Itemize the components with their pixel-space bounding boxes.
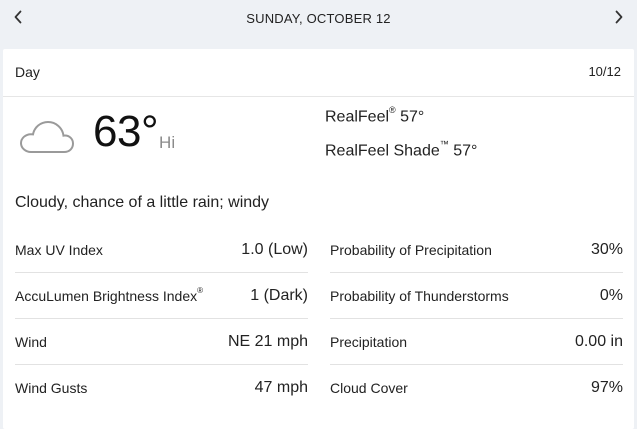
detail-row: Precipitation 0.00 in	[330, 319, 623, 365]
detail-value: 30%	[590, 240, 623, 258]
realfeel-label: RealFeel	[325, 108, 390, 126]
realfeel-shade-value: 57°	[453, 142, 478, 160]
detail-value: 0.00 in	[574, 332, 623, 350]
weather-phrase: Cloudy, chance of a little rain; windy	[15, 194, 270, 211]
detail-value: 1.0 (Low)	[241, 240, 308, 258]
detail-value: 1 (Dark)	[250, 286, 308, 304]
detail-value: 0%	[599, 286, 623, 304]
realfeel-shade: RealFeel Shade™ 57°	[325, 139, 478, 160]
detail-row: Probability of Precipitation 30%	[330, 227, 623, 273]
temperature-label: Hi	[159, 133, 176, 152]
detail-label: Wind	[15, 333, 47, 350]
realfeel-shade-label: RealFeel Shade	[325, 142, 440, 160]
detail-label: AccuLumen Brightness Index®	[15, 285, 204, 304]
detail-value: 97%	[590, 379, 623, 396]
detail-row: Max UV Index 1.0 (Low)	[15, 227, 308, 273]
details-left-column: Max UV Index 1.0 (Low) AccuLumen Brightn…	[15, 227, 308, 411]
detail-row: Cloud Cover 97%	[330, 365, 623, 411]
detail-row: Probability of Thunderstorms 0%	[330, 273, 623, 319]
detail-label: Wind Gusts	[15, 380, 88, 396]
detail-label: Cloud Cover	[330, 380, 408, 396]
detail-row: AccuLumen Brightness Index® 1 (Dark)	[15, 273, 308, 319]
realfeel-value: 57°	[400, 108, 425, 126]
card-title: Day	[15, 64, 40, 80]
detail-label: Probability of Thunderstorms	[330, 287, 509, 304]
detail-label: Precipitation	[330, 333, 408, 350]
detail-row: Wind Gusts 47 mph	[15, 365, 308, 411]
card-date: 10/12	[588, 64, 621, 79]
registered-mark: ®	[389, 105, 396, 115]
day-forecast-card: Day 10/12 63° Hi RealFeel® 57° RealFeel …	[3, 49, 634, 429]
trademark-mark: ™	[439, 139, 449, 149]
realfeel: RealFeel® 57°	[325, 105, 425, 126]
detail-value: 47 mph	[254, 379, 308, 396]
detail-label: Probability of Precipitation	[330, 241, 492, 258]
details-right-column: Probability of Precipitation 30% Probabi…	[330, 227, 623, 411]
nav-date: SUNDAY, OCTOBER 12	[246, 10, 391, 26]
chevron-right-icon[interactable]	[611, 8, 627, 26]
card-header: Day 10/12	[3, 49, 634, 97]
detail-label: Max UV Index	[15, 241, 103, 258]
cloud-icon	[17, 118, 75, 161]
date-navigator: SUNDAY, OCTOBER 12	[0, 0, 637, 36]
temperature-block: 63° Hi	[93, 106, 175, 158]
temperature-value: 63°	[93, 107, 159, 156]
detail-value: NE 21 mph	[227, 332, 308, 350]
chevron-left-icon[interactable]	[10, 8, 26, 26]
detail-row: Wind NE 21 mph	[15, 319, 308, 365]
